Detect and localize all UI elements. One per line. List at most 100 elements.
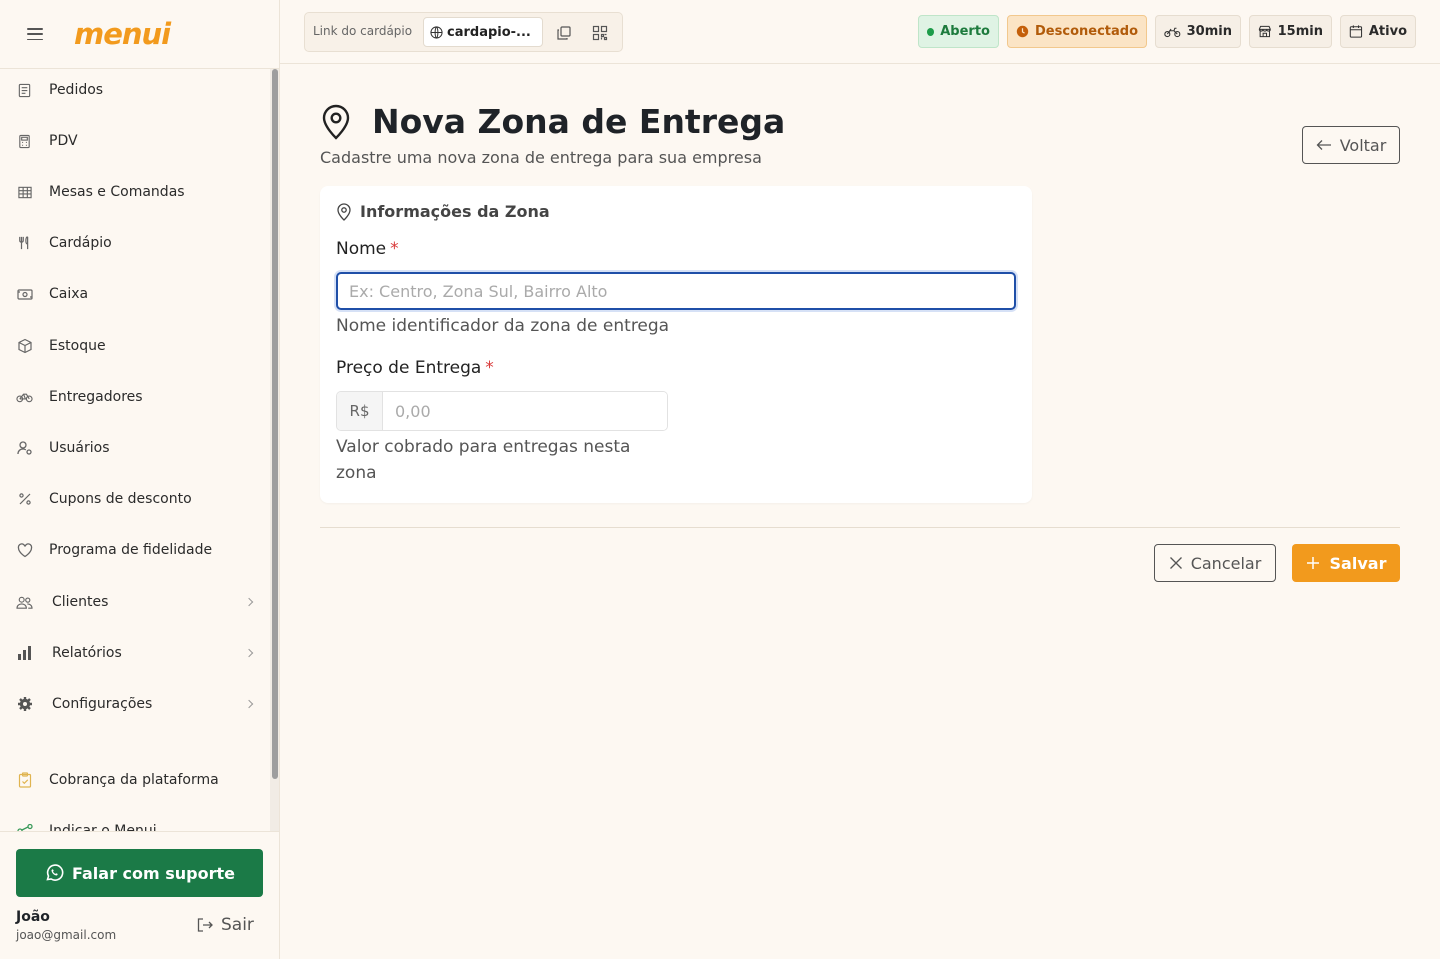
sidebar-item-mesas[interactable]: Mesas e Comandas [0, 172, 270, 212]
price-field-label: Preço de Entrega * [336, 358, 494, 378]
sidebar-item-usuarios[interactable]: Usuários [0, 428, 270, 468]
sidebar-item-label: Cardápio [49, 235, 112, 251]
sidebar-item-caixa[interactable]: Caixa [0, 274, 270, 314]
price-input-group: R$ [336, 391, 668, 431]
bike-icon [16, 389, 33, 406]
sidebar-item-cobranca[interactable]: Cobrança da plataforma [0, 760, 270, 800]
page-title: Nova Zona de Entrega [372, 102, 786, 141]
support-button[interactable]: Falar com suporte [16, 849, 263, 897]
sidebar-item-label: Estoque [49, 338, 106, 354]
store-status-badge[interactable]: Aberto [918, 15, 999, 48]
pickup-time-badge[interactable]: 15min [1249, 15, 1332, 48]
receipt-icon [16, 82, 33, 99]
zone-info-card: Informações da Zona Nome* Nome identific… [320, 186, 1032, 503]
copy-icon[interactable] [553, 22, 575, 44]
connection-status-label: Desconectado [1035, 24, 1138, 39]
clock-icon [1016, 25, 1029, 38]
status-dot-icon [927, 27, 935, 36]
logout-icon [197, 918, 213, 932]
menu-link-label: Link do cardápio [313, 24, 413, 38]
sidebar-item-configuracoes[interactable]: Configurações [0, 684, 270, 724]
utensils-icon [16, 235, 33, 252]
menu-link-value: cardapio-... [447, 24, 531, 40]
sidebar-item-label: Relatórios [52, 645, 122, 661]
connection-status-badge[interactable]: Desconectado [1007, 15, 1147, 48]
menu-link-url[interactable]: cardapio-... [423, 17, 543, 47]
price-label-text: Preço de Entrega [336, 358, 482, 378]
users-icon [16, 594, 33, 611]
sidebar-item-pedidos[interactable]: Pedidos [0, 70, 270, 110]
sidebar-item-clientes[interactable]: Clientes [0, 582, 270, 622]
name-field-label: Nome * [336, 239, 399, 259]
zone-name-input[interactable] [336, 272, 1016, 310]
logout-label: Sair [221, 915, 254, 935]
sidebar-item-label: Programa de fidelidade [49, 542, 213, 558]
card-header: Informações da Zona [336, 202, 550, 221]
calculator-icon [16, 133, 33, 150]
sidebar-item-label: Pedidos [49, 82, 104, 98]
sidebar-item-fidelidade[interactable]: Programa de fidelidade [0, 530, 270, 570]
clipboard-icon [16, 772, 33, 789]
cash-icon [16, 286, 33, 303]
qr-code-icon[interactable] [589, 22, 611, 44]
sidebar-item-relatorios[interactable]: Relatórios [0, 633, 270, 673]
sidebar-item-label: Clientes [52, 594, 109, 610]
sidebar-item-label: PDV [49, 133, 78, 149]
whatsapp-icon [46, 864, 64, 881]
user-name: João [16, 909, 50, 925]
table-icon [16, 184, 33, 201]
save-button-label: Salvar [1329, 553, 1387, 573]
map-pin-icon [322, 104, 350, 140]
sidebar-footer: Falar com suporte João joao@gmail.com Sa… [0, 831, 279, 959]
sidebar-item-indicar[interactable]: Indicar o Menui [0, 811, 270, 831]
cancel-button-label: Cancelar [1190, 553, 1262, 573]
share-icon [16, 823, 33, 831]
menu-link-box: Link do cardápio cardapio-... [304, 12, 623, 52]
logo: menui [74, 17, 171, 51]
active-status-label: Ativo [1368, 24, 1407, 39]
delivery-time-badge[interactable]: 30min [1155, 15, 1241, 48]
sidebar-header: menui [0, 0, 279, 69]
store-status-label: Aberto [940, 24, 990, 39]
sidebar-item-label: Entregadores [49, 389, 143, 405]
cancel-button[interactable]: Cancelar [1154, 544, 1276, 582]
box-icon [16, 338, 33, 355]
sidebar-item-entregadores[interactable]: Entregadores [0, 377, 270, 417]
required-mark: * [390, 239, 399, 259]
menu-toggle-icon[interactable] [27, 28, 43, 40]
delivery-time-label: 30min [1186, 24, 1232, 39]
sidebar-item-estoque[interactable]: Estoque [0, 326, 270, 366]
arrow-left-icon [1316, 140, 1331, 150]
active-status-badge[interactable]: Ativo [1340, 15, 1416, 48]
chevron-right-icon [244, 699, 254, 709]
gear-icon [16, 696, 33, 713]
logout-button[interactable]: Sair [196, 915, 254, 935]
price-field-hint: Valor cobrado para entregas nesta zona [336, 437, 631, 483]
globe-icon [430, 25, 443, 39]
page-subtitle: Cadastre uma nova zona de entrega para s… [320, 148, 762, 167]
back-button-label: Voltar [1339, 135, 1387, 155]
close-icon [1169, 557, 1182, 569]
support-button-label: Falar com suporte [72, 863, 235, 883]
plus-icon [1306, 557, 1319, 569]
heart-icon [16, 542, 33, 559]
sidebar-item-label: Indicar o Menui [49, 823, 157, 831]
sidebar-item-label: Configurações [52, 696, 153, 712]
save-button[interactable]: Salvar [1292, 544, 1400, 582]
sidebar-scrollbar-thumb[interactable] [272, 69, 278, 779]
user-gear-icon [16, 440, 33, 457]
calendar-icon [1349, 25, 1363, 38]
currency-prefix: R$ [337, 392, 383, 430]
sidebar-item-cardapio[interactable]: Cardápio [0, 223, 270, 263]
sidebar-item-label: Mesas e Comandas [49, 184, 185, 200]
sidebar: menui Pedidos PDV Mesas e Comandas Cardá… [0, 0, 280, 959]
delivery-price-input[interactable] [383, 392, 667, 430]
chevron-right-icon [244, 648, 254, 658]
back-button[interactable]: Voltar [1302, 126, 1400, 164]
topbar: Link do cardápio cardapio-... Aberto Des… [280, 0, 1440, 64]
sidebar-item-pdv[interactable]: PDV [0, 121, 270, 161]
name-label-text: Nome [336, 239, 387, 259]
card-title: Informações da Zona [360, 202, 550, 221]
pickup-time-label: 15min [1277, 24, 1323, 39]
sidebar-item-cupons[interactable]: Cupons de desconto [0, 479, 270, 519]
